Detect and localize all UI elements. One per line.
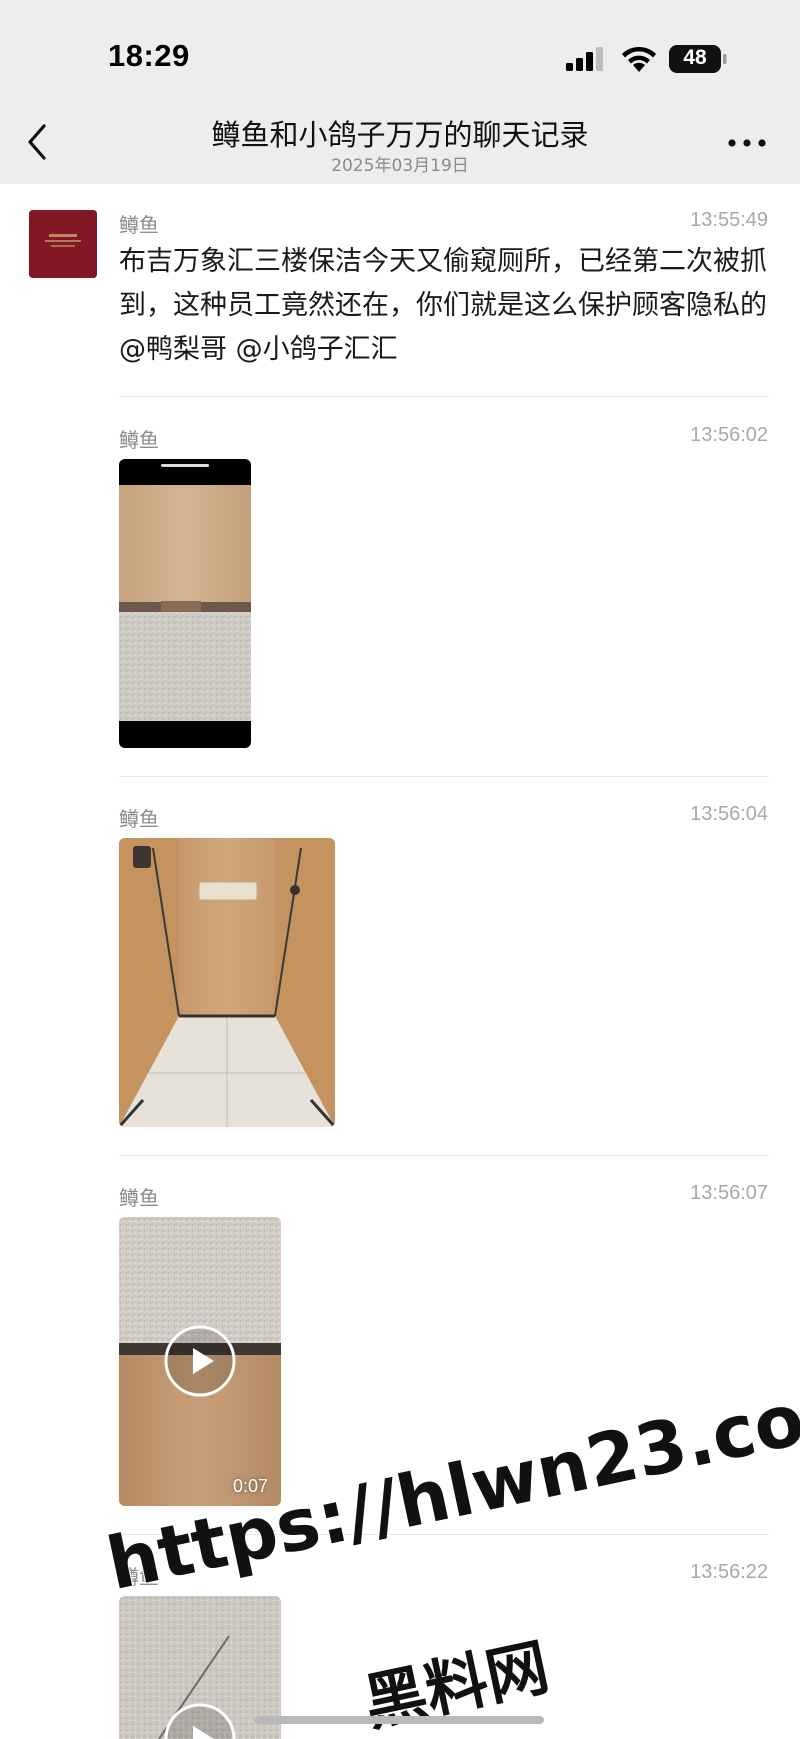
avatar[interactable] xyxy=(29,210,97,278)
status-time: 18:29 xyxy=(108,38,190,73)
chat-title: 鳟鱼和小鸽子万万的聊天记录 xyxy=(211,118,589,152)
message-time: 13:55:49 xyxy=(690,209,768,231)
video-message[interactable]: 0:07 xyxy=(119,1217,281,1506)
more-dots-icon[interactable] xyxy=(727,137,767,149)
image-message[interactable] xyxy=(119,459,251,748)
message-time: 13:56:07 xyxy=(690,1182,768,1204)
avatar-image xyxy=(29,210,97,278)
sender-name: 鳟鱼 xyxy=(119,1186,159,1210)
wifi-icon xyxy=(622,46,656,72)
chat-date: 2025年03月19日 xyxy=(331,156,469,176)
battery-level: 48 xyxy=(683,46,707,69)
battery-icon: 48 xyxy=(669,45,727,73)
nav-bar: 鳟鱼和小鸽子万万的聊天记录 2025年03月19日 xyxy=(0,92,800,184)
sender-name: 鳟鱼 xyxy=(119,428,159,452)
divider xyxy=(119,1155,769,1156)
message-text: 布吉万象汇三楼保洁今天又偷窥厕所，已经第二次被抓到，这种员工竟然还在，你们就是这… xyxy=(119,246,767,365)
sender-name: 鳟鱼 xyxy=(119,807,159,831)
signal-icon xyxy=(566,47,603,71)
message-time: 13:56:02 xyxy=(690,424,768,446)
photo-thumbnail xyxy=(119,838,335,1127)
divider xyxy=(119,396,769,397)
photo-thumbnail xyxy=(119,459,251,748)
message-time: 13:56:22 xyxy=(690,1561,768,1583)
home-indicator xyxy=(254,1716,544,1724)
status-bar: 18:29 48 xyxy=(0,0,800,92)
play-icon[interactable] xyxy=(163,1324,237,1398)
sender-name: 鳟鱼 xyxy=(119,213,159,237)
message-time: 13:56:04 xyxy=(690,803,768,825)
divider xyxy=(119,776,769,777)
play-icon[interactable] xyxy=(163,1702,237,1739)
image-message[interactable] xyxy=(119,838,335,1127)
